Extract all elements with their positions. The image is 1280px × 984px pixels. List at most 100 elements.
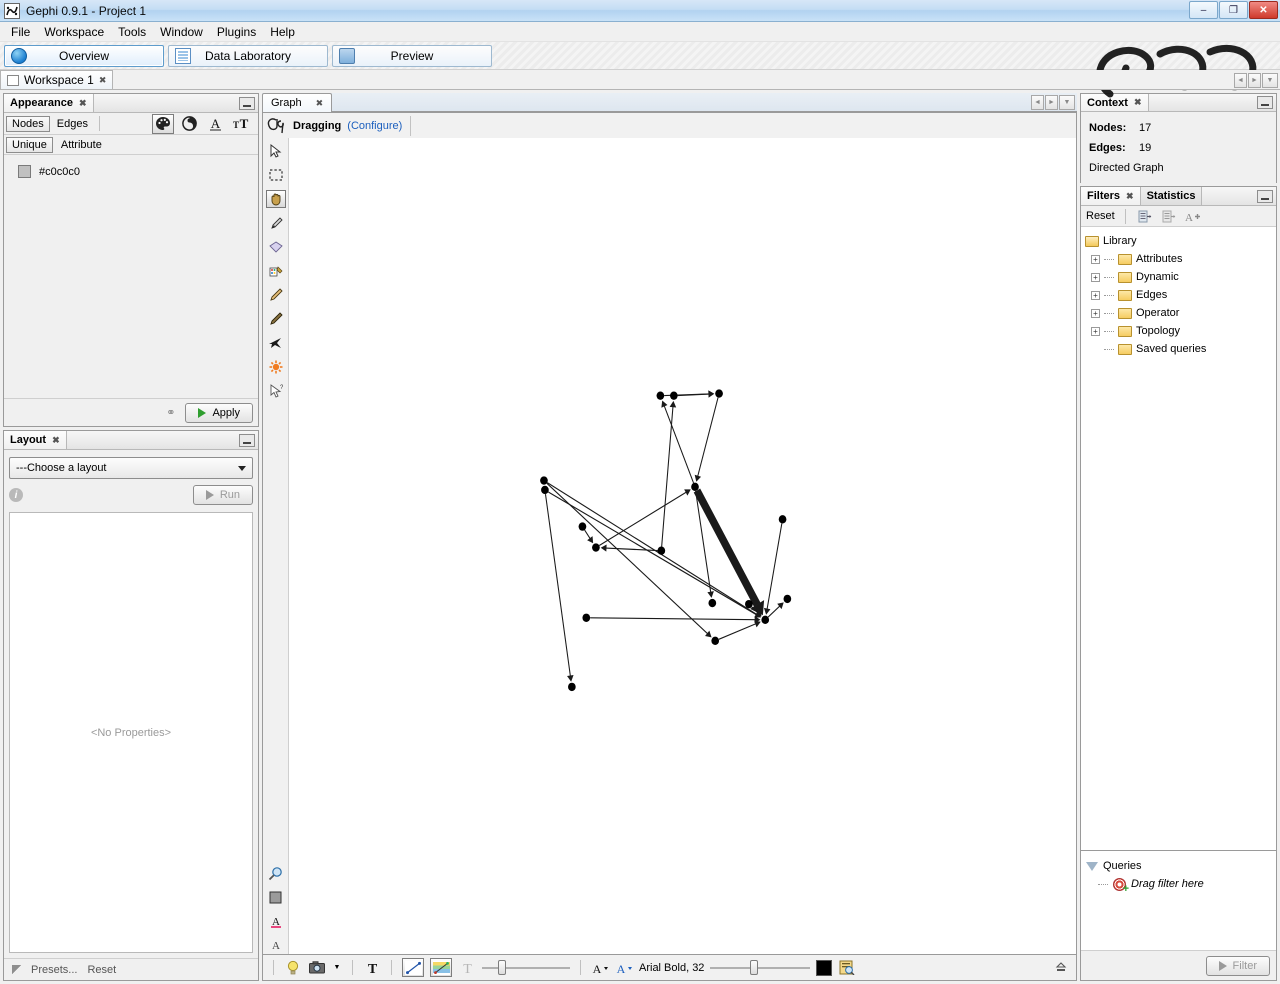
graph-node[interactable] (568, 682, 576, 692)
menu-plugins[interactable]: Plugins (210, 23, 263, 41)
autoapply-filter-icon[interactable]: A (1184, 207, 1202, 225)
graph-node[interactable] (761, 615, 770, 625)
context-minimize-button[interactable] (1257, 96, 1273, 109)
appearance-close-icon[interactable]: ✖ (79, 98, 87, 109)
library-item-saved-queries[interactable]: + Saved queries (1085, 340, 1272, 358)
graph-tab[interactable]: Graph ✖ (262, 93, 333, 112)
appearance-tab-nodes[interactable]: Nodes (6, 115, 50, 132)
deselect-filter-icon[interactable] (1160, 207, 1178, 225)
menu-file[interactable]: File (4, 23, 37, 41)
maximize-button[interactable]: ❐ (1219, 1, 1248, 19)
workspace-prev-button[interactable]: ◄ (1234, 73, 1247, 88)
menu-tools[interactable]: Tools (111, 23, 153, 41)
heatmap-icon[interactable] (266, 358, 286, 376)
graph-node[interactable] (578, 522, 587, 531)
library-item-operator[interactable]: + Operator (1085, 304, 1272, 322)
label-color-icon[interactable]: A (204, 114, 226, 134)
workspace-close-icon[interactable]: ✖ (99, 75, 107, 86)
background-color-icon[interactable] (266, 888, 286, 906)
camera-dropdown-icon[interactable]: ▼ (332, 959, 342, 977)
expand-icon[interactable]: + (1091, 308, 1100, 318)
apply-button[interactable]: Apply (185, 402, 253, 423)
graph-edge[interactable] (766, 523, 783, 610)
edit-cursor-icon[interactable]: ? (266, 382, 286, 400)
menu-workspace[interactable]: Workspace (37, 23, 111, 41)
presets-button[interactable]: Presets... (31, 964, 77, 976)
library-item-topology[interactable]: + Topology (1085, 322, 1272, 340)
cursor-select-icon[interactable] (266, 142, 286, 160)
info-icon[interactable]: i (9, 488, 23, 502)
node-labels-toggle-icon[interactable]: T (363, 959, 381, 977)
graph-node[interactable] (691, 482, 699, 492)
brush-paint-icon[interactable] (266, 214, 286, 232)
label-font-icon[interactable]: A (266, 936, 286, 954)
graph-edge[interactable] (590, 617, 756, 621)
graph-canvas[interactable] (289, 138, 1076, 954)
rectangle-selection-icon[interactable] (266, 166, 286, 184)
filters-tab[interactable]: Filters ✖ (1081, 187, 1141, 205)
expand-icon[interactable]: + (1091, 272, 1100, 282)
close-button[interactable]: ✕ (1249, 1, 1278, 19)
graph-node[interactable] (778, 515, 787, 524)
graph-edge[interactable] (544, 494, 571, 677)
color-swatch[interactable] (18, 165, 31, 178)
resize-grip-icon[interactable] (12, 965, 21, 974)
camera-icon[interactable] (308, 959, 326, 977)
graph-node[interactable] (540, 476, 548, 485)
context-tab[interactable]: Context ✖ (1081, 94, 1149, 111)
drag-hand-icon[interactable] (265, 190, 286, 208)
filters-reset-button[interactable]: Reset (1086, 210, 1115, 222)
graph-visualization[interactable] (289, 138, 1076, 954)
graph-edge[interactable] (767, 605, 781, 618)
expand-icon[interactable]: + (1091, 290, 1100, 300)
layout-reset-button[interactable]: Reset (87, 964, 116, 976)
workspace-next-button[interactable]: ► (1248, 73, 1261, 88)
add-filter-target-icon[interactable] (1113, 877, 1129, 895)
graph-edge[interactable] (605, 547, 658, 552)
graph-edge[interactable] (697, 397, 719, 477)
layout-tab[interactable]: Layout ✖ (4, 431, 67, 449)
graph-node[interactable] (582, 613, 591, 622)
edge-line-icon[interactable] (402, 958, 424, 977)
edge-thickness-slider[interactable] (482, 960, 570, 976)
label-settings-icon[interactable] (838, 959, 856, 977)
font-decrease-icon[interactable]: A (591, 959, 609, 977)
library-root-row[interactable]: Library (1085, 232, 1272, 250)
workspace-tab[interactable]: Workspace 1 ✖ (0, 70, 114, 89)
mode-button-preview[interactable]: Preview (332, 44, 492, 67)
node-size-icon[interactable] (178, 114, 200, 134)
library-item-dynamic[interactable]: + Dynamic (1085, 268, 1272, 286)
menu-window[interactable]: Window (153, 23, 210, 41)
queries-drop-row[interactable]: Drag filter here (1086, 875, 1271, 895)
graph-edge[interactable] (546, 482, 709, 635)
graph-close-icon[interactable]: ✖ (316, 98, 324, 109)
graph-next-button[interactable]: ► (1045, 94, 1058, 110)
graph-node[interactable] (592, 543, 600, 552)
graph-node[interactable] (669, 391, 678, 400)
mode-button-overview[interactable]: Overview (4, 44, 164, 67)
filters-close-icon[interactable]: ✖ (1126, 191, 1134, 202)
graph-edge[interactable] (677, 393, 710, 397)
pen-node-icon[interactable] (266, 310, 286, 328)
appearance-tab[interactable]: Appearance ✖ (4, 94, 94, 112)
configure-link[interactable]: (Configure) (347, 120, 402, 132)
menu-help[interactable]: Help (263, 23, 302, 41)
graph-node[interactable] (541, 485, 549, 495)
mode-button-data-laboratory[interactable]: Data Laboratory (168, 44, 328, 67)
layout-chooser-select[interactable]: ---Choose a layout (9, 457, 253, 479)
graph-edge[interactable] (584, 529, 591, 540)
graph-node[interactable] (783, 594, 792, 604)
unique-color-row[interactable]: #c0c0c0 (18, 165, 258, 178)
minimize-button[interactable]: – (1189, 1, 1218, 19)
graph-node[interactable] (715, 389, 723, 398)
library-item-edges[interactable]: + Edges (1085, 286, 1272, 304)
expand-icon[interactable]: + (1091, 326, 1100, 336)
color-painter-icon[interactable] (266, 262, 286, 280)
workspace-dropdown-button[interactable]: ▼ (1262, 73, 1278, 88)
label-size-icon[interactable]: T T (230, 114, 252, 134)
select-all-filter-icon[interactable] (1136, 207, 1154, 225)
appearance-tab-attribute[interactable]: Attribute (55, 137, 108, 153)
library-item-attributes[interactable]: + Attributes (1085, 250, 1272, 268)
font-increase-icon[interactable]: A (615, 959, 633, 977)
graph-edge[interactable] (548, 491, 757, 616)
